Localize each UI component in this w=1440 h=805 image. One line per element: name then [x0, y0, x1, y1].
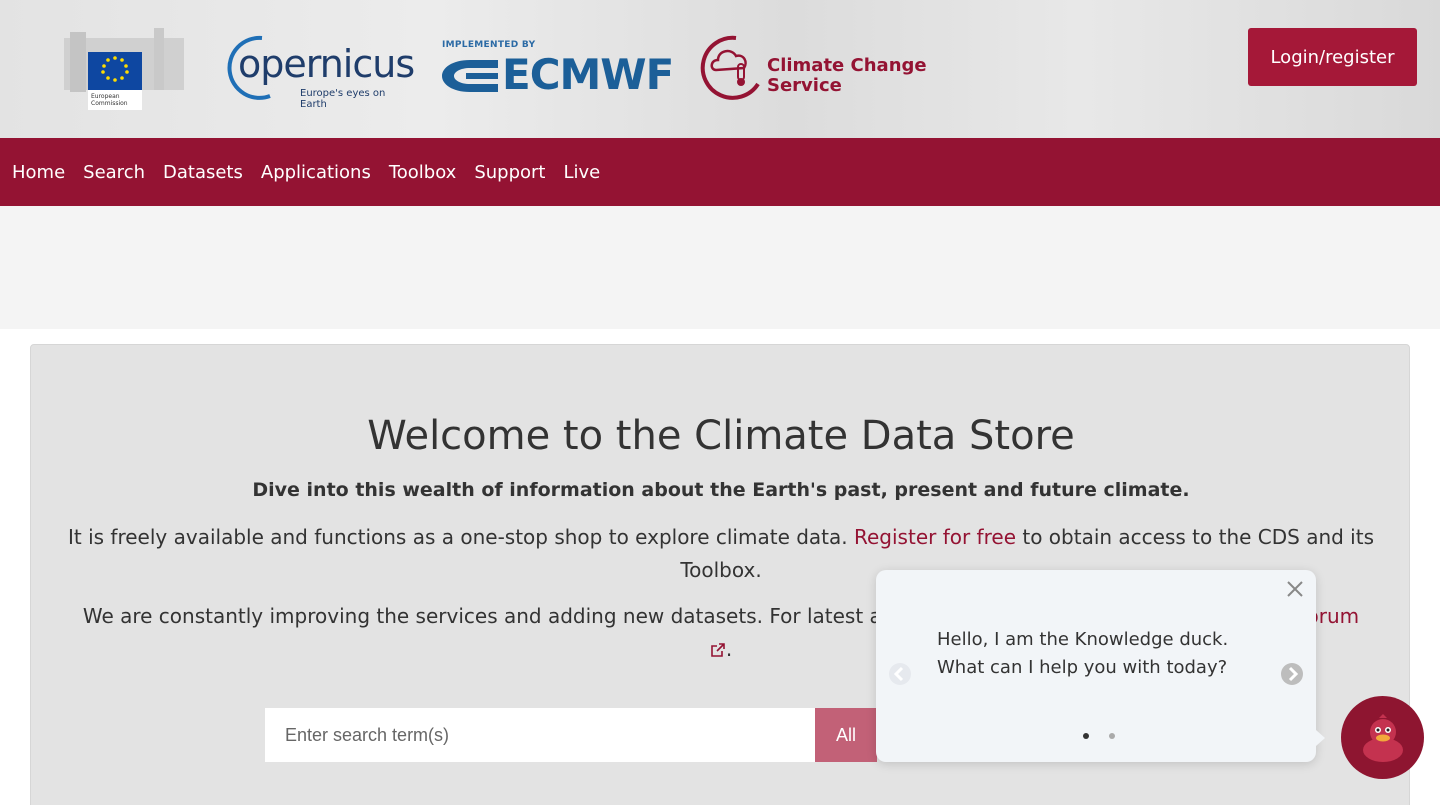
nav-item-live[interactable]: Live — [563, 162, 600, 183]
european-commission-logo[interactable]: European Commission — [64, 28, 186, 114]
register-link[interactable]: Register for free — [854, 525, 1016, 549]
external-link-icon[interactable] — [710, 635, 726, 657]
search-bar: All — [265, 708, 877, 762]
site-header: European Commission opernicus Europe's e… — [0, 0, 1440, 138]
implemented-by-label: IMPLEMENTED BY — [442, 40, 536, 50]
chat-message: Hello, I am the Knowledge duck. What can… — [937, 626, 1228, 682]
ecmwf-wordmark: ECMWF — [502, 50, 674, 99]
nav-item-toolbox[interactable]: Toolbox — [389, 162, 457, 183]
banner-band — [0, 206, 1440, 329]
copernicus-tagline: Europe's eyes on Earth — [300, 88, 386, 110]
nav-item-search[interactable]: Search — [83, 162, 145, 183]
c3s-wordmark: Climate Change Service — [767, 56, 927, 96]
para2-text-before: We are constantly improving the services… — [82, 604, 895, 628]
search-input[interactable] — [265, 708, 815, 762]
chevron-left-icon[interactable] — [888, 662, 912, 686]
close-icon[interactable] — [1284, 578, 1306, 600]
copernicus-logo[interactable]: opernicus Europe's eyes on Earth — [224, 34, 415, 110]
chat-message-line-1: Hello, I am the Knowledge duck. — [937, 629, 1229, 650]
c3s-line-2: Service — [767, 75, 842, 96]
nav-item-support[interactable]: Support — [474, 162, 545, 183]
copernicus-wordmark: opernicus — [238, 42, 415, 86]
welcome-subtitle: Dive into this wealth of information abo… — [252, 479, 1190, 501]
knowledge-duck-button[interactable] — [1341, 696, 1424, 779]
main-nav: Home Search Datasets Applications Toolbo… — [0, 138, 1440, 206]
chat-bubble-tail — [1316, 730, 1325, 746]
knowledge-duck-chat-bubble: Hello, I am the Knowledge duck. What can… — [876, 570, 1316, 762]
ecmwf-logo[interactable]: IMPLEMENTED BY ECMWF — [440, 40, 680, 104]
login-register-button[interactable]: Login/register — [1248, 28, 1417, 86]
carousel-dot[interactable] — [1083, 733, 1089, 739]
svg-text:Commission: Commission — [91, 100, 128, 107]
welcome-title: Welcome to the Climate Data Store — [367, 413, 1075, 459]
climate-change-service-logo[interactable]: Climate Change Service — [700, 34, 930, 104]
para1-text-before: It is freely available and functions as … — [68, 525, 854, 549]
chat-message-line-2: What can I help you with today? — [937, 657, 1228, 678]
para2-text-after: . — [725, 637, 733, 661]
duck-icon — [1362, 713, 1403, 762]
svg-text:European: European — [91, 93, 120, 100]
carousel-dots — [1083, 733, 1115, 739]
nav-item-applications[interactable]: Applications — [261, 162, 371, 183]
chevron-right-icon[interactable] — [1280, 662, 1304, 686]
c3s-line-1: Climate Change — [767, 55, 927, 76]
carousel-dot[interactable] — [1109, 733, 1115, 739]
search-scope-button[interactable]: All — [815, 708, 877, 762]
nav-item-datasets[interactable]: Datasets — [163, 162, 243, 183]
nav-item-home[interactable]: Home — [12, 162, 65, 183]
